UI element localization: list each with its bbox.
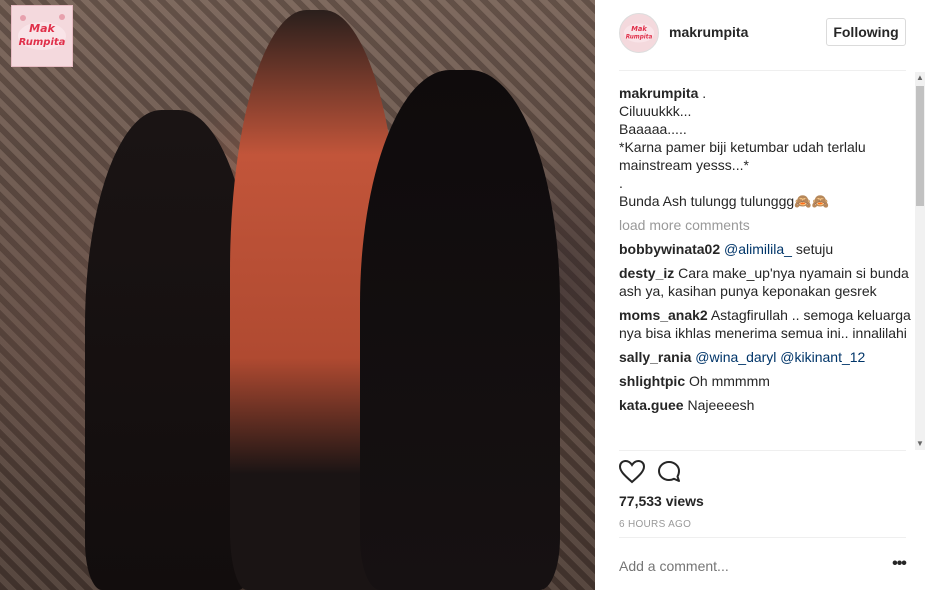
svg-text:Mak: Mak: [631, 25, 647, 33]
comment-item: shlightpic Oh mmmmm: [619, 372, 914, 390]
comment-username[interactable]: desty_iz: [619, 265, 674, 281]
comment-item: kata.guee Najeeeesh: [619, 396, 914, 414]
svg-text:Mak: Mak: [29, 22, 55, 35]
speech-bubble-icon[interactable]: [657, 460, 681, 484]
caption-line: .: [702, 85, 707, 101]
comment-mention[interactable]: @wina_daryl @kikinant_12: [695, 349, 865, 365]
watermark-logo: Mak Rumpita: [11, 5, 73, 67]
caption: makrumpita . Ciluuukkk... Baaaaa..... *K…: [619, 84, 914, 210]
add-comment-divider: [619, 537, 906, 538]
post-video[interactable]: Mak Rumpita: [0, 0, 595, 590]
following-button[interactable]: Following: [826, 18, 906, 46]
scroll-up-arrow-icon[interactable]: ▲: [916, 74, 924, 82]
comment-item: bobbywinata02 @alimilila_ setuju: [619, 240, 914, 258]
comment-item: moms_anak2 Astagfirullah .. semoga kelua…: [619, 306, 914, 342]
header-divider: [619, 70, 906, 71]
scroll-down-arrow-icon[interactable]: ▼: [916, 440, 924, 448]
comment-item: sally_rania @wina_daryl @kikinant_12: [619, 348, 914, 366]
comment-text: setuju: [795, 241, 834, 257]
heart-icon[interactable]: [619, 460, 645, 484]
comment-username[interactable]: shlightpic: [619, 373, 685, 389]
comment-username[interactable]: kata.guee: [619, 397, 684, 413]
comment-item: desty_iz Cara make_up'nya nyamain si bun…: [619, 264, 914, 300]
post-timestamp[interactable]: 6 HOURS AGO: [619, 519, 691, 530]
comments-divider: [619, 450, 906, 451]
header-username[interactable]: makrumpita: [669, 24, 748, 40]
svg-text:Rumpita: Rumpita: [19, 37, 66, 48]
caption-username[interactable]: makrumpita: [619, 85, 698, 101]
add-comment-input[interactable]: [619, 558, 889, 574]
comment-text: Najeeeesh: [687, 397, 755, 413]
load-more-comments-link[interactable]: load more comments: [619, 216, 914, 234]
video-person-right: [360, 70, 560, 590]
comment-mention[interactable]: @alimilila_: [724, 241, 792, 257]
caption-line: Bunda Ash tulungg tulunggg🙈🙈: [619, 193, 830, 209]
comments-list: makrumpita . Ciluuukkk... Baaaaa..... *K…: [619, 84, 914, 450]
comment-username[interactable]: bobbywinata02: [619, 241, 720, 257]
avatar[interactable]: Mak Rumpita: [619, 13, 659, 53]
post-side-panel: Mak Rumpita makrumpita Following makrump…: [595, 0, 925, 590]
comment-text: Oh mmmmm: [689, 373, 770, 389]
more-options-icon[interactable]: •••: [889, 552, 909, 576]
caption-line: *Karna pamer biji ketumbar udah terlalu …: [619, 139, 866, 173]
caption-line: Baaaaa.....: [619, 121, 687, 137]
scrollbar-thumb[interactable]: [916, 86, 924, 206]
comments-scrollbar[interactable]: ▲ ▼: [915, 72, 925, 450]
post-header: Mak Rumpita makrumpita Following: [619, 13, 906, 53]
svg-text:Rumpita: Rumpita: [626, 35, 653, 41]
caption-line: .: [619, 175, 623, 191]
caption-line: Ciluuukkk...: [619, 103, 692, 119]
comment-username[interactable]: moms_anak2: [619, 307, 708, 323]
comment-username[interactable]: sally_rania: [619, 349, 691, 365]
view-count[interactable]: 77,533 views: [619, 493, 704, 509]
